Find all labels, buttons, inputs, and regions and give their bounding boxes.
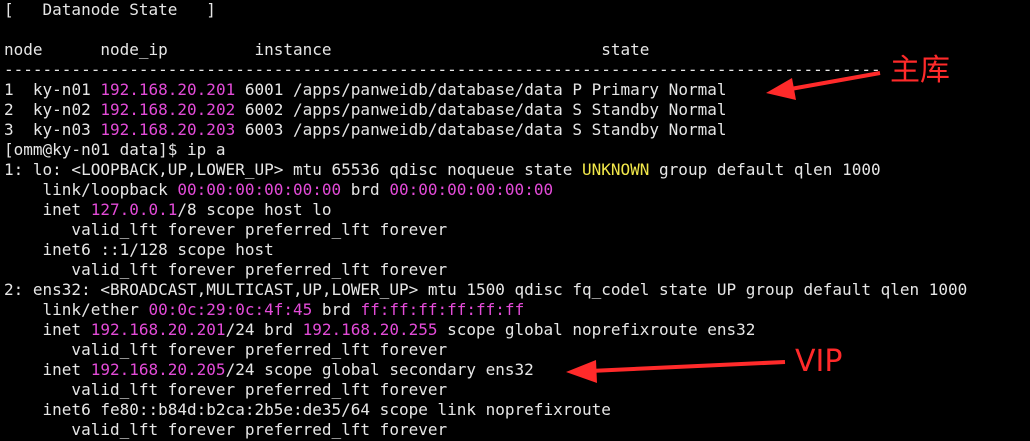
datanode-row: 3 ky-n03 192.168.20.203 6003 /apps/panwe…	[4, 120, 1030, 140]
ens32-brd-mac: ff:ff:ff:ff:ff:ff	[360, 300, 525, 319]
ens32-link-label: link/ether	[4, 300, 149, 319]
node-ip: 192.168.20.201	[100, 80, 236, 99]
terminal-window[interactable]: [ Datanode State ] node node_ip instance…	[0, 0, 1030, 441]
lo-inet6-line: inet6 ::1/128 scope host	[4, 240, 274, 259]
lo-valid-lft: valid_lft forever preferred_lft forever	[4, 220, 448, 239]
lo-link-line: link/loopback 00:00:00:00:00:00 brd 00:0…	[4, 180, 1030, 200]
lo-brd-label: brd	[341, 180, 390, 199]
node-instance-state: 6001 /apps/panweidb/database/data P Prim…	[235, 80, 727, 99]
lo-inet-label: inet	[4, 200, 91, 219]
ens32-valid-lft: valid_lft forever preferred_lft forever	[4, 340, 448, 359]
shell-prompt: [omm@ky-n01 data]$ ip a	[4, 140, 226, 159]
row-number: 1	[4, 80, 14, 99]
lo-brd-mac: 00:00:00:00:00:00	[389, 180, 554, 199]
lo-header-text: 1: lo: <LOOPBACK,UP,LOWER_UP> mtu 65536 …	[4, 160, 582, 179]
lo-valid-lft-6: valid_lft forever preferred_lft forever	[4, 260, 448, 279]
datanode-column-headers: node node_ip instance state	[4, 40, 650, 59]
ens32-inet-label: inet	[4, 320, 91, 339]
ens32-vip-scope: /24 scope global secondary ens32	[225, 360, 534, 379]
ens32-valid-lft-6: valid_lft forever preferred_lft forever	[4, 420, 448, 439]
ens32-inet-ip: 192.168.20.201	[90, 320, 226, 339]
ens32-link-line: link/ether 00:0c:29:0c:4f:45 brd ff:ff:f…	[4, 300, 1030, 320]
node-ip: 192.168.20.203	[100, 120, 236, 139]
datanode-state-title: [ Datanode State ]	[4, 0, 216, 19]
ens32-inet-brd-ip: 192.168.20.255	[302, 320, 438, 339]
ens32-brd-label: brd	[312, 300, 361, 319]
lo-header-tail: group default qlen 1000	[649, 160, 881, 179]
datanode-row: 1 ky-n01 192.168.20.201 6001 /apps/panwe…	[4, 80, 1030, 100]
lo-inet-rest: /8 scope host lo	[177, 200, 332, 219]
primary-annotation-label: 主库	[890, 53, 950, 88]
lo-inet-ip: 127.0.0.1	[90, 200, 178, 219]
ens32-inet-primary: inet 192.168.20.201/24 brd 192.168.20.25…	[4, 320, 1030, 340]
ens32-header: 2: ens32: <BROADCAST,MULTICAST,UP,LOWER_…	[4, 280, 968, 299]
node-instance-state: 6002 /apps/panweidb/database/data S Stan…	[235, 100, 727, 119]
node-ip: 192.168.20.202	[100, 100, 236, 119]
lo-state: UNKNOWN	[581, 160, 650, 179]
node-instance-state: 6003 /apps/panweidb/database/data S Stan…	[235, 120, 727, 139]
ens32-vip-ip: 192.168.20.205	[90, 360, 226, 379]
node-name: ky-n03	[32, 120, 91, 139]
datanode-row: 2 ky-n02 192.168.20.202 6002 /apps/panwe…	[4, 100, 1030, 120]
node-name: ky-n02	[32, 100, 91, 119]
lo-inet-line: inet 127.0.0.1/8 scope host lo	[4, 200, 1030, 220]
lo-link-label: link/loopback	[4, 180, 178, 199]
lo-mac: 00:00:00:00:00:00	[177, 180, 342, 199]
row-number: 3	[4, 120, 14, 139]
ens32-inet-brd-label: /24 brd	[225, 320, 303, 339]
ens32-inet6-line: inet6 fe80::b84d:b2ca:2b5e:de35/64 scope…	[4, 400, 611, 419]
row-number: 2	[4, 100, 14, 119]
ens32-valid-lft-vip: valid_lft forever preferred_lft forever	[4, 380, 448, 399]
ens32-vip-label: inet	[4, 360, 91, 379]
lo-header: 1: lo: <LOOPBACK,UP,LOWER_UP> mtu 65536 …	[4, 160, 1030, 180]
ens32-inet-vip: inet 192.168.20.205/24 scope global seco…	[4, 360, 1030, 380]
ens32-mac: 00:0c:29:0c:4f:45	[148, 300, 313, 319]
ens32-inet-scope: scope global noprefixroute ens32	[437, 320, 756, 339]
datanode-separator: ----------------------------------------…	[4, 60, 881, 79]
vip-annotation-label: VIP	[795, 344, 843, 379]
node-name: ky-n01	[32, 80, 91, 99]
